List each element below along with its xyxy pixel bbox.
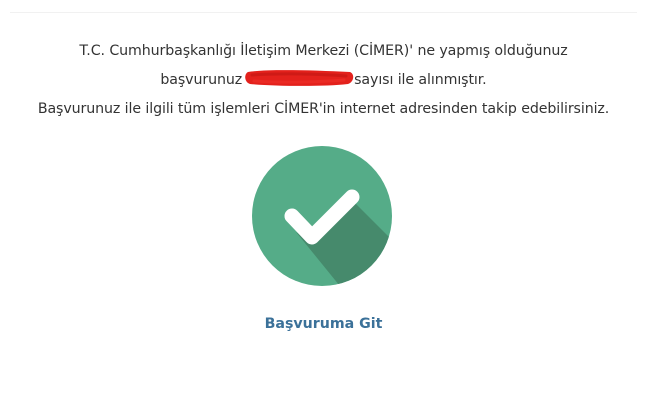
message-line-1: T.C. Cumhurbaşkanlığı İletişim Merkezi (…	[79, 43, 568, 59]
redaction-mark	[245, 70, 354, 86]
go-to-application-link[interactable]: Başvuruma Git	[0, 313, 647, 335]
top-divider	[10, 12, 637, 13]
check-circle-icon	[252, 146, 392, 286]
message-line-2-prefix: başvurunuz	[160, 72, 243, 88]
confirmation-message: T.C. Cumhurbaşkanlığı İletişim Merkezi (…	[0, 37, 647, 124]
message-line-3: Başvurunuz ile ilgili tüm işlemleri CİME…	[37, 101, 610, 117]
message-line-2-suffix: sayısı ile alınmıştır.	[354, 72, 487, 88]
message-line-2: başvurunuz sayısı ile alınmıştır.	[0, 66, 647, 95]
redacted-application-number	[245, 70, 354, 86]
